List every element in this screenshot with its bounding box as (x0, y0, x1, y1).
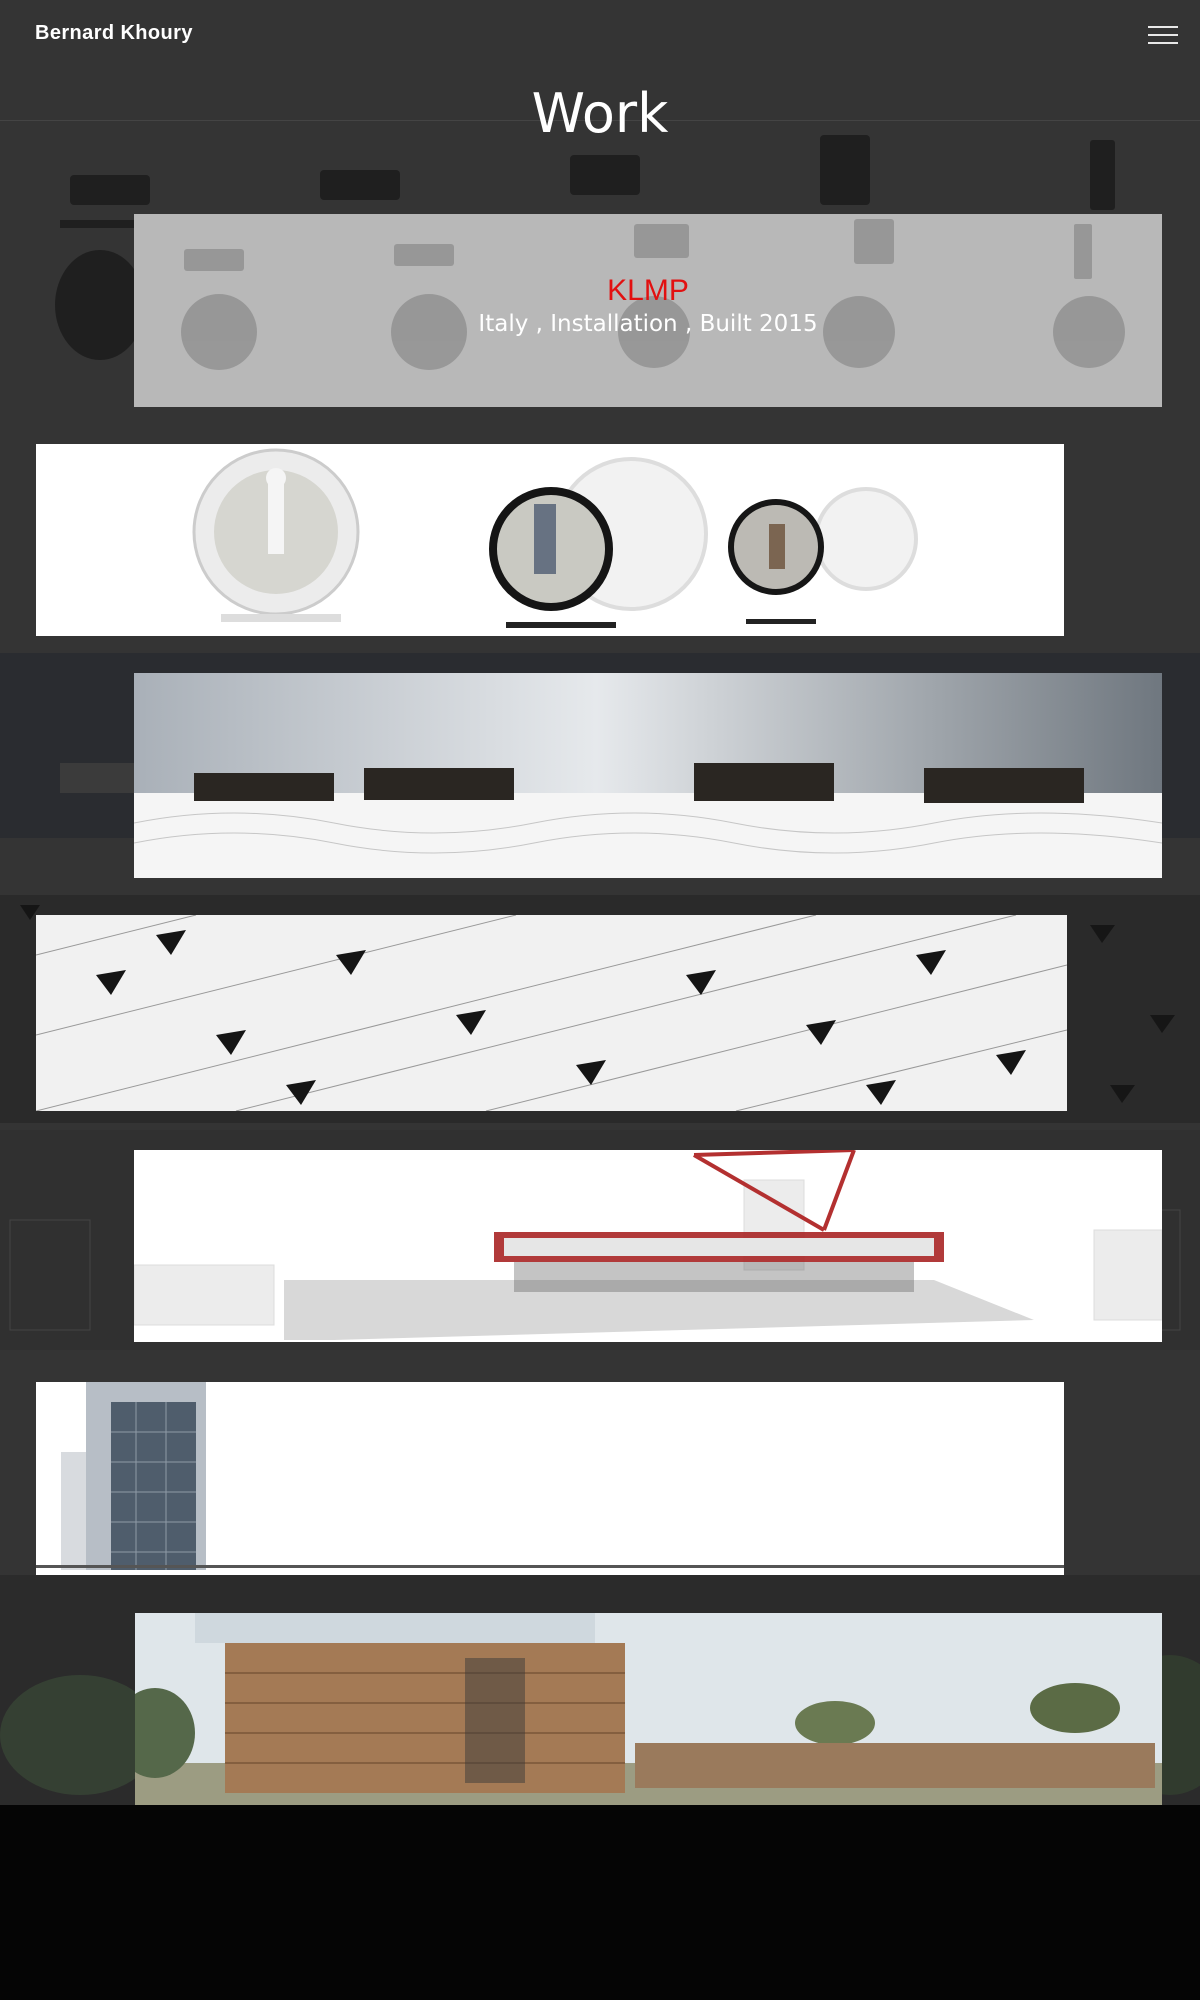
project-card-4[interactable] (36, 915, 1067, 1111)
project-meta: Italy , Installation , Built 2015 (478, 310, 818, 337)
project-image-6 (36, 1382, 1064, 1570)
project-image-3 (134, 673, 1162, 878)
project-image-2 (192, 448, 918, 628)
hamburger-menu-icon[interactable] (1148, 22, 1180, 48)
page-title: Work (531, 82, 669, 145)
project-image-5 (134, 1150, 1162, 1340)
page-footer-area (0, 1805, 1200, 2000)
project-card-5[interactable] (134, 1150, 1162, 1342)
project-image-4 (36, 915, 1067, 1111)
brand-logo[interactable]: Bernard Khoury (35, 22, 193, 45)
project-title[interactable]: KLMP (607, 274, 689, 308)
project-card-7[interactable] (135, 1613, 1162, 1805)
project-hover-overlay: KLMP Italy , Installation , Built 2015 (134, 214, 1162, 407)
project-card-6[interactable] (36, 1382, 1064, 1575)
project-card-2[interactable] (36, 444, 1064, 636)
project-card-klmp[interactable]: KLMP Italy , Installation , Built 2015 (134, 214, 1162, 407)
project-image-7 (135, 1613, 1162, 1805)
project-card-3[interactable] (134, 673, 1162, 878)
